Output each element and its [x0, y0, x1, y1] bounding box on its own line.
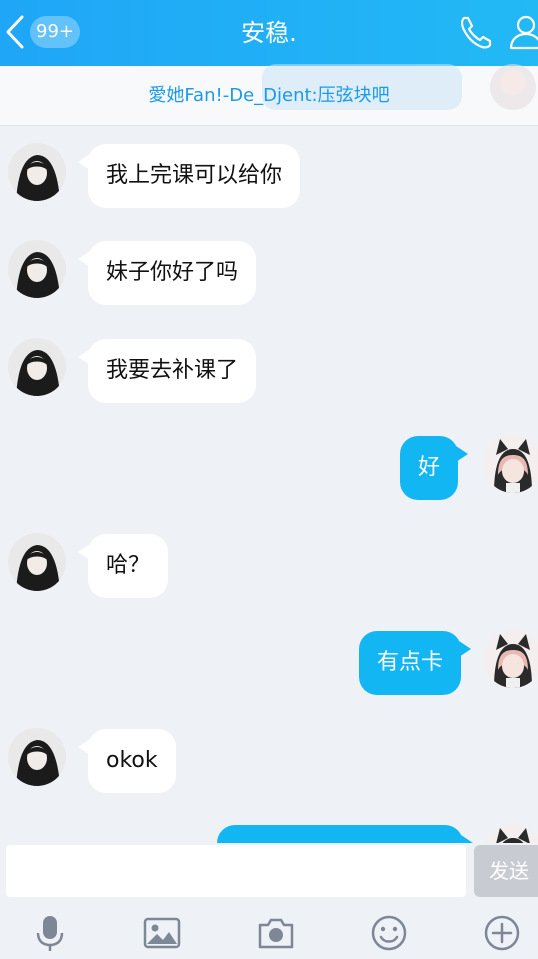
message-bubble[interactable]: 好: [400, 436, 469, 500]
contact-avatar[interactable]: [8, 240, 66, 298]
contact-avatar[interactable]: [8, 728, 66, 786]
notice-text: 愛她Fan!-De_Djent:压弦块吧: [148, 85, 390, 106]
my-avatar[interactable]: [484, 630, 538, 688]
microphone-icon[interactable]: [30, 913, 70, 953]
send-button[interactable]: 发送: [474, 845, 538, 897]
camera-icon[interactable]: [256, 913, 296, 953]
contact-icon[interactable]: [506, 12, 538, 52]
input-toolbar: [0, 905, 538, 959]
message-bubble[interactable]: 妹子你好了吗: [77, 241, 257, 305]
contact-avatar[interactable]: [8, 143, 66, 201]
contact-avatar[interactable]: [8, 533, 66, 591]
image-icon[interactable]: [142, 913, 182, 953]
pinned-notice[interactable]: 愛她Fan!-De_Djent:压弦块吧: [0, 64, 538, 126]
contact-avatar[interactable]: [8, 338, 66, 396]
message-bubble[interactable]: 有点卡: [359, 631, 472, 695]
message-input[interactable]: [6, 845, 466, 897]
chat-header: 99+ 安稳.: [0, 0, 538, 66]
message-bubble[interactable]: 我要去补课了: [77, 339, 257, 403]
message-bubble[interactable]: 哈？: [77, 534, 169, 598]
message-bubble[interactable]: 我上完课可以给你: [77, 144, 301, 208]
composer-bar: 发送: [0, 843, 538, 901]
emoji-icon[interactable]: [369, 913, 409, 953]
phone-icon[interactable]: [456, 12, 496, 52]
message-bubble[interactable]: okok: [78, 729, 176, 793]
my-avatar[interactable]: [484, 435, 538, 493]
plus-icon[interactable]: [482, 913, 522, 953]
